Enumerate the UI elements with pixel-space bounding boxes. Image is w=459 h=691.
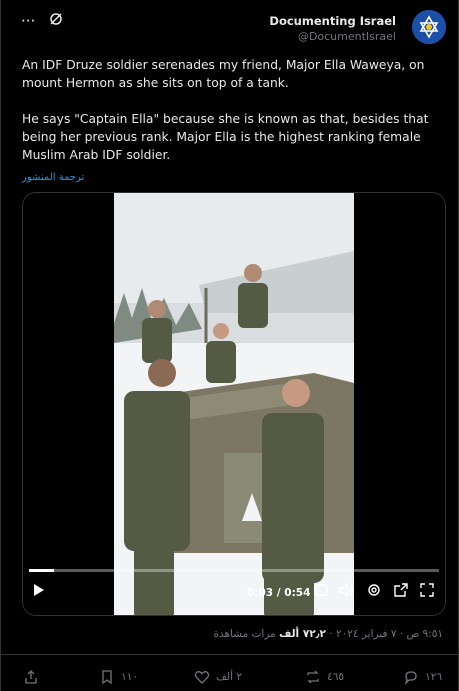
share-icon — [25, 670, 37, 684]
reply-icon — [404, 671, 417, 685]
bookmark-icon — [102, 670, 112, 685]
author-info[interactable]: Documenting Israel @DocumentIsrael — [269, 14, 396, 43]
tweet-meta: ٩:٥١ ص · ٧ فبراير ٢٠٢٤ · ٧٢٫٢ ألف مرات م… — [213, 628, 443, 640]
views-label: مرات مشاهدة — [213, 628, 280, 640]
captions-icon[interactable]: CC — [314, 584, 328, 600]
tweet-timestamp[interactable]: ٩:٥١ ص · ٧ فبراير ٢٠٢٤ · — [326, 628, 443, 640]
fullscreen-icon[interactable] — [420, 583, 434, 601]
video-frame[interactable] — [114, 193, 354, 615]
views-count: ٧٢٫٢ ألف — [279, 628, 326, 640]
video-progress-bar[interactable] — [29, 569, 439, 572]
play-icon[interactable] — [33, 583, 45, 601]
heart-icon — [194, 671, 210, 684]
tweet-text: An IDF Druze soldier serenades my friend… — [22, 56, 442, 182]
tweet-frame: ··· Documenting Israel @DocumentIsrael A… — [0, 0, 459, 691]
avatar[interactable] — [412, 10, 446, 44]
bookmark-count: ١١٠ — [121, 671, 138, 683]
like-count: ٢ ألف — [216, 671, 242, 683]
repost-icon — [307, 670, 319, 684]
share-button[interactable] — [23, 669, 39, 685]
video-player[interactable]: 0:03 / 0:54 CC — [22, 192, 446, 616]
author-name[interactable]: Documenting Israel — [269, 14, 396, 28]
bookmark-button[interactable]: ١١٠ — [99, 669, 138, 685]
video-progress-fill — [29, 569, 54, 572]
translate-post-link[interactable]: ترجمة المنشور — [22, 172, 84, 183]
tweet-paragraph: An IDF Druze soldier serenades my friend… — [22, 58, 425, 90]
star-of-david-icon — [412, 10, 446, 44]
picture-in-picture-icon[interactable] — [394, 583, 408, 601]
grok-icon[interactable] — [49, 12, 63, 29]
tweet-paragraph: He says "Captain Ella" because she is kn… — [22, 112, 429, 162]
like-button[interactable]: ٢ ألف — [194, 669, 242, 685]
action-bar: ١٢٦ ٤٦٥ ٢ ألف ١١٠ — [1, 654, 458, 691]
more-icon[interactable]: ··· — [21, 13, 35, 29]
video-time: 0:03 / 0:54 — [247, 587, 311, 599]
settings-icon[interactable] — [367, 583, 381, 601]
header-actions: ··· — [21, 12, 63, 29]
tweet-header: ··· Documenting Israel @DocumentIsrael — [21, 8, 446, 48]
repost-count: ٤٦٥ — [327, 671, 344, 683]
video-thumbnail — [114, 193, 354, 615]
video-controls: 0:03 / 0:54 CC — [23, 569, 445, 615]
repost-button[interactable]: ٤٦٥ — [305, 669, 344, 685]
volume-icon[interactable] — [339, 582, 355, 601]
reply-button[interactable]: ١٢٦ — [403, 669, 442, 685]
author-handle[interactable]: @DocumentIsrael — [269, 30, 396, 43]
reply-count: ١٢٦ — [425, 671, 442, 683]
svg-text:CC: CC — [318, 589, 325, 595]
